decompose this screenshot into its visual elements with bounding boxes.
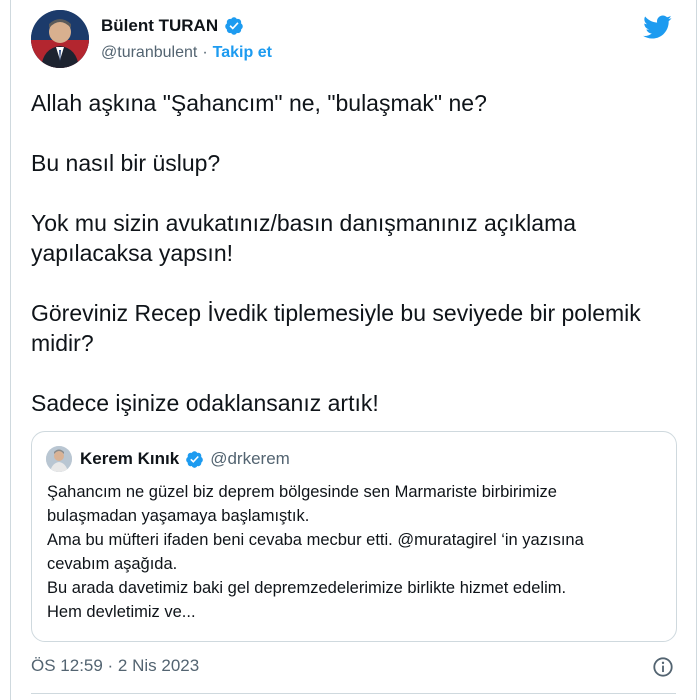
quoted-tweet[interactable]: Kerem Kınık @drkerem Şahancım ne güzel b… (31, 431, 677, 642)
quoted-author-handle[interactable]: @drkerem (210, 449, 290, 469)
quoted-author-name[interactable]: Kerem Kınık (80, 449, 179, 469)
follow-button[interactable]: Takip et (213, 44, 272, 62)
quoted-text-line: Şahancım ne güzel biz deprem bölgesinde … (47, 483, 557, 501)
quoted-text-line: bulaşmadan yaşamaya başlamıştık. (47, 507, 310, 525)
tweet-paragraph: Yok mu sizin avukatınız/basın danışmanın… (31, 210, 577, 266)
tweet-paragraph: Bu nasıl bir üslup? (31, 150, 221, 176)
tweet-header: Bülent TURAN @turanbulent · Takip et (31, 10, 676, 74)
quoted-tweet-text: Şahancım ne güzel biz deprem bölgesinde … (47, 480, 667, 624)
tweet-footer: ÖS 12:59 · 2 Nis 2023 (31, 656, 676, 680)
author-handle[interactable]: @turanbulent (101, 44, 197, 62)
quoted-text-line: Hem devletimiz ve... (47, 603, 196, 621)
verified-badge-icon (225, 17, 243, 35)
quoted-avatar[interactable] (46, 446, 72, 472)
separator-dot: · (202, 44, 208, 61)
author-name[interactable]: Bülent TURAN (101, 16, 218, 36)
info-icon[interactable] (652, 656, 674, 678)
quoted-text-line: Bu arada davetimiz baki gel depremzedele… (47, 579, 567, 597)
author-name-row: Bülent TURAN (101, 16, 244, 36)
twitter-bird-icon[interactable] (642, 12, 672, 42)
avatar[interactable] (31, 10, 89, 68)
tweet-paragraph: Allah aşkına "Şahancım" ne, "bulaşmak" n… (31, 90, 487, 116)
tweet-timestamp[interactable]: ÖS 12:59 · 2 Nis 2023 (31, 656, 199, 676)
author-handle-row: @turanbulent · Takip et (101, 44, 272, 62)
divider (31, 693, 676, 694)
verified-badge-icon (186, 450, 204, 468)
tweet-paragraph: Sadece işinize odaklansanız artık! (31, 390, 379, 416)
tweet-text: Allah aşkına "Şahancım" ne, "bulaşmak" n… (31, 88, 671, 418)
quoted-tweet-header: Kerem Kınık @drkerem (46, 446, 290, 472)
quoted-text-line: cevabım aşağıda. (47, 555, 178, 573)
quoted-text-line: Ama bu müfteri ifaden beni cevaba mecbur… (47, 531, 584, 549)
tweet-paragraph: Göreviniz Recep İvedik tiplemesiyle bu s… (31, 300, 641, 356)
tweet-card: Bülent TURAN @turanbulent · Takip et All… (10, 0, 697, 700)
